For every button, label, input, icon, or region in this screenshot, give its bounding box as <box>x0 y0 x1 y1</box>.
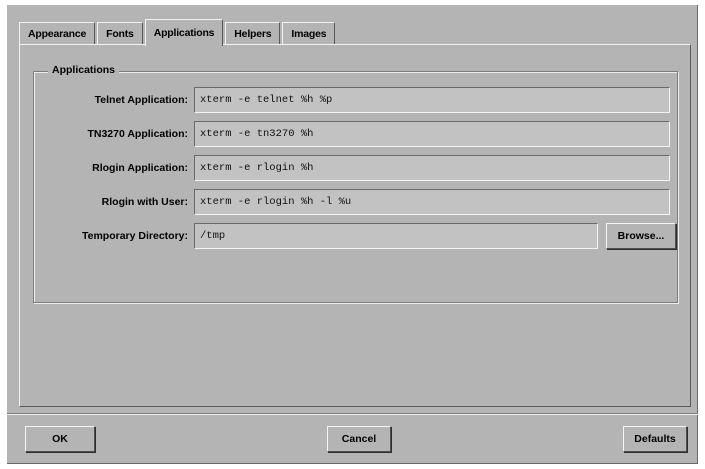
tab-applications[interactable]: Applications <box>144 19 224 46</box>
group-title: Applications <box>48 64 120 76</box>
tab-fonts[interactable]: Fonts <box>97 22 143 45</box>
tab-appearance[interactable]: Appearance <box>19 22 96 45</box>
tab-images[interactable]: Images <box>282 22 336 45</box>
browse-button[interactable]: Browse... <box>606 223 676 249</box>
rlogin-label: Rlogin Application: <box>92 162 188 174</box>
tab-helpers[interactable]: Helpers <box>225 22 281 45</box>
telnet-row: Telnet Application: <box>34 87 670 113</box>
cancel-button[interactable]: Cancel <box>327 426 391 452</box>
rlogin-with-user-field[interactable] <box>194 189 670 215</box>
rlogin-user-row: Rlogin with User: <box>34 189 670 215</box>
telnet-application-field[interactable] <box>194 87 670 113</box>
tab-panel-applications: Applications Telnet Application: TN3270 … <box>19 44 691 407</box>
applications-group: Applications Telnet Application: TN3270 … <box>33 64 678 303</box>
temporary-directory-field[interactable] <box>194 223 598 249</box>
defaults-button[interactable]: Defaults <box>623 426 687 452</box>
rlogin-row: Rlogin Application: <box>34 155 670 181</box>
temp-dir-label: Temporary Directory: <box>81 230 188 242</box>
tn3270-label: TN3270 Application: <box>87 128 188 140</box>
tn3270-row: TN3270 Application: <box>34 121 670 147</box>
rlogin-application-field[interactable] <box>194 155 670 181</box>
rlogin-user-label: Rlogin with User: <box>101 196 188 208</box>
tab-bar: Appearance Fonts Applications Helpers Im… <box>19 18 337 46</box>
preferences-dialog: Appearance Fonts Applications Helpers Im… <box>6 4 699 465</box>
temp-dir-row: Temporary Directory: <box>34 223 598 249</box>
telnet-label: Telnet Application: <box>94 94 188 106</box>
ok-button[interactable]: OK <box>25 426 95 452</box>
tn3270-application-field[interactable] <box>194 121 670 147</box>
separator <box>7 413 698 415</box>
